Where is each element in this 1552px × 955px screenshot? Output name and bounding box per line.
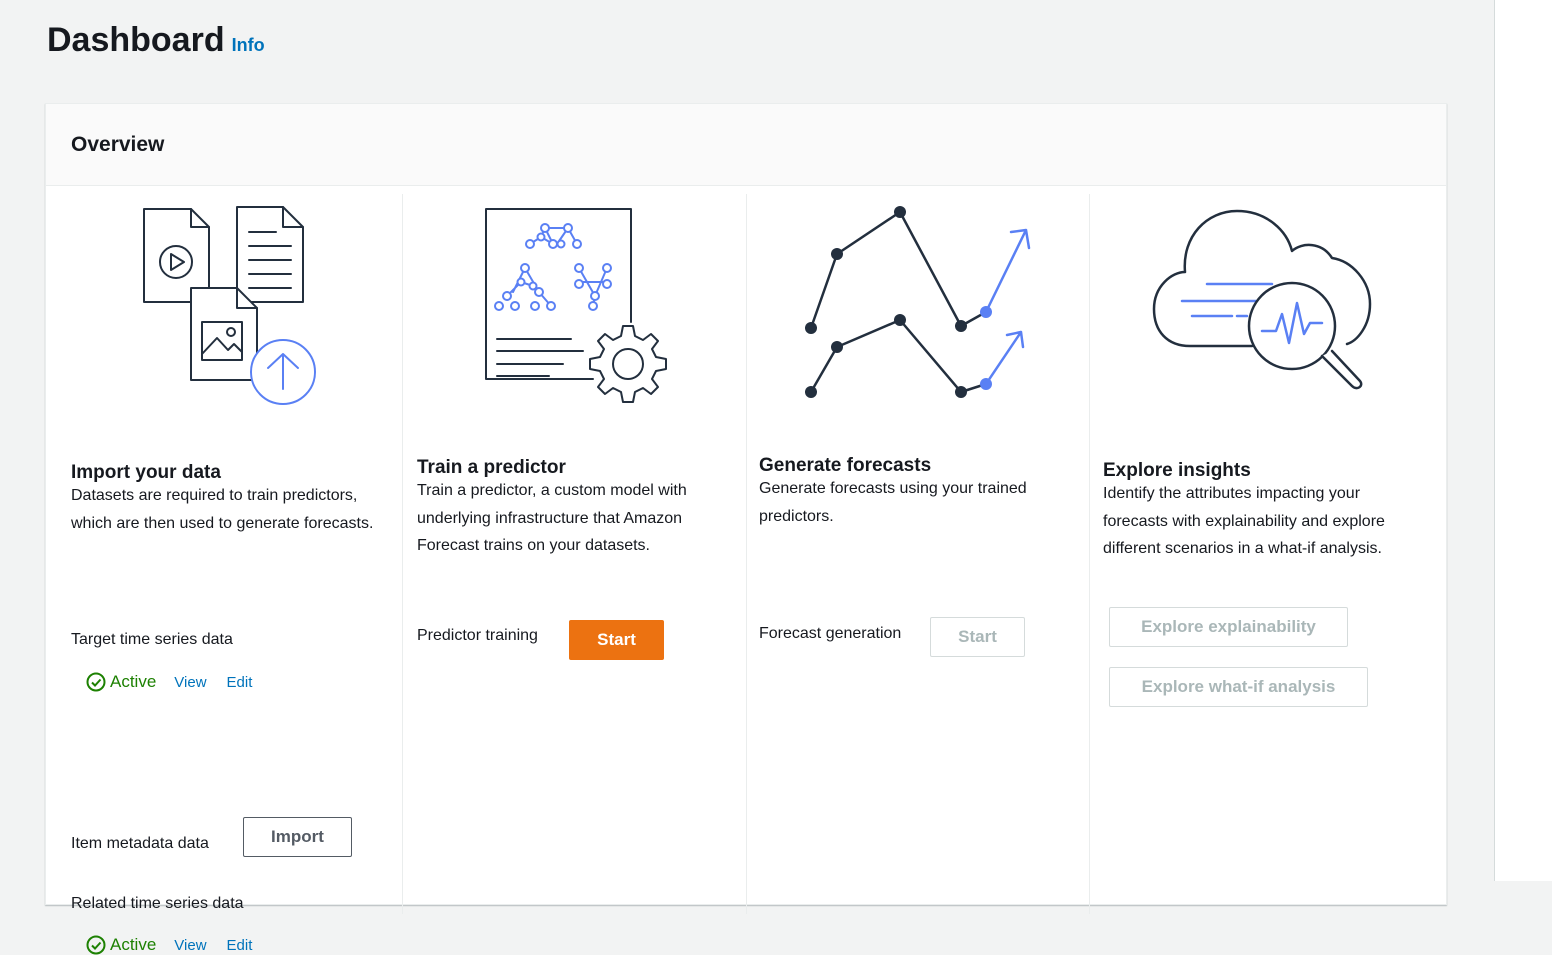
explore-explainability-button[interactable]: Explore explainability [1109,607,1348,647]
import-button[interactable]: Import [243,817,352,857]
start-training-button[interactable]: Start [569,620,664,660]
related-time-series-label: Related time series data [71,895,244,912]
explore-what-if-button[interactable]: Explore what-if analysis [1109,667,1368,707]
import-description: Datasets are required to train predictor… [71,487,374,532]
insights-description: Identify the attributes impacting your f… [1103,485,1385,557]
view-link[interactable]: View [174,674,206,691]
train-description: Train a predictor, a custom model with u… [417,482,687,554]
generate-description: Generate forecasts using your trained pr… [759,480,1027,525]
overview-title: Overview [71,132,165,156]
status-text: Active [110,935,157,954]
start-forecast-button[interactable]: Start [930,617,1025,657]
target-time-series-label: Target time series data [71,631,233,648]
edit-link[interactable]: Edit [227,674,253,691]
forecast-lines-illustration [805,206,1031,398]
right-side-pane [1494,0,1552,881]
page-header: Dashboard Info [47,20,265,60]
item-metadata-label: Item metadata data [71,835,209,852]
documents-upload-illustration [143,206,316,405]
view-link[interactable]: View [174,937,206,954]
status-text: Active [110,672,157,691]
page-title: Dashboard [47,21,225,59]
overview-header: Overview [46,104,1446,186]
cloud-insights-illustration [1152,209,1372,390]
train-predictor-column: Train a predictor Train a predictor, a c… [402,194,747,914]
target-time-series-status: Active View Edit [86,672,272,692]
predictor-training-label: Predictor training [417,627,538,644]
edit-link[interactable]: Edit [227,937,253,954]
explore-insights-column: Explore insights Identify the attributes… [1089,194,1446,914]
info-link[interactable]: Info [232,35,265,56]
success-check-icon [86,935,106,955]
overview-panel: Overview Import your data Datasets are r… [45,103,1447,955]
generate-forecasts-column: Generate forecasts Generate forecasts us… [746,194,1090,914]
import-data-column: Import your data Datasets are required t… [46,194,402,955]
predictor-gear-illustration [485,208,667,403]
related-time-series-status: Active View Edit [86,935,272,955]
success-check-icon [86,672,106,692]
forecast-generation-label: Forecast generation [759,625,902,642]
